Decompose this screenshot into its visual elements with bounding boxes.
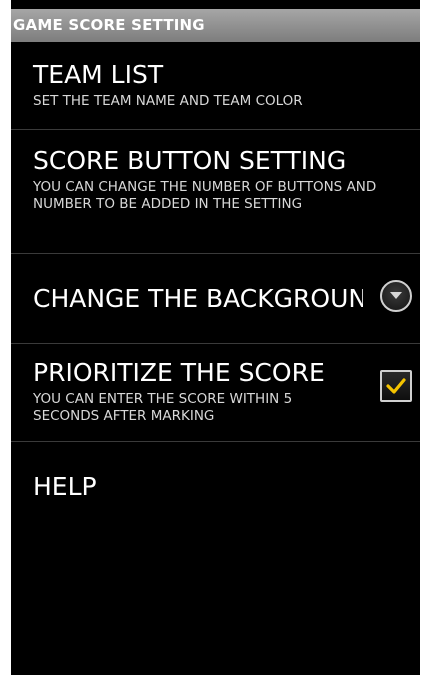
setting-change-background[interactable]: CHANGE THE BACKGROUND: [11, 254, 420, 344]
setting-subtitle: YOU CAN ENTER THE SCORE WITHIN 5 SECONDS…: [33, 391, 293, 424]
setting-subtitle: SET THE TEAM NAME AND TEAM COLOR: [33, 93, 303, 109]
setting-score-button[interactable]: SCORE BUTTON SETTING YOU CAN CHANGE THE …: [11, 130, 420, 254]
setting-title: HELP: [33, 472, 97, 501]
setting-title: PRIORITIZE THE SCORE: [33, 358, 325, 387]
setting-title: CHANGE THE BACKGROUND: [33, 284, 363, 313]
settings-screen: GAME SCORE SETTING TEAM LIST SET THE TEA…: [11, 0, 420, 675]
prioritize-checkbox[interactable]: [380, 370, 412, 402]
dropdown-circle-icon[interactable]: [380, 280, 412, 312]
setting-title: TEAM LIST: [33, 60, 164, 89]
setting-prioritize-score[interactable]: PRIORITIZE THE SCORE YOU CAN ENTER THE S…: [11, 344, 420, 442]
setting-subtitle: YOU CAN CHANGE THE NUMBER OF BUTTONS AND…: [33, 179, 377, 212]
page-title: GAME SCORE SETTING: [11, 9, 420, 42]
setting-team-list[interactable]: TEAM LIST SET THE TEAM NAME AND TEAM COL…: [11, 42, 420, 130]
setting-help[interactable]: HELP: [11, 442, 420, 522]
checkmark-icon: [386, 378, 406, 394]
setting-title: SCORE BUTTON SETTING: [33, 146, 347, 175]
